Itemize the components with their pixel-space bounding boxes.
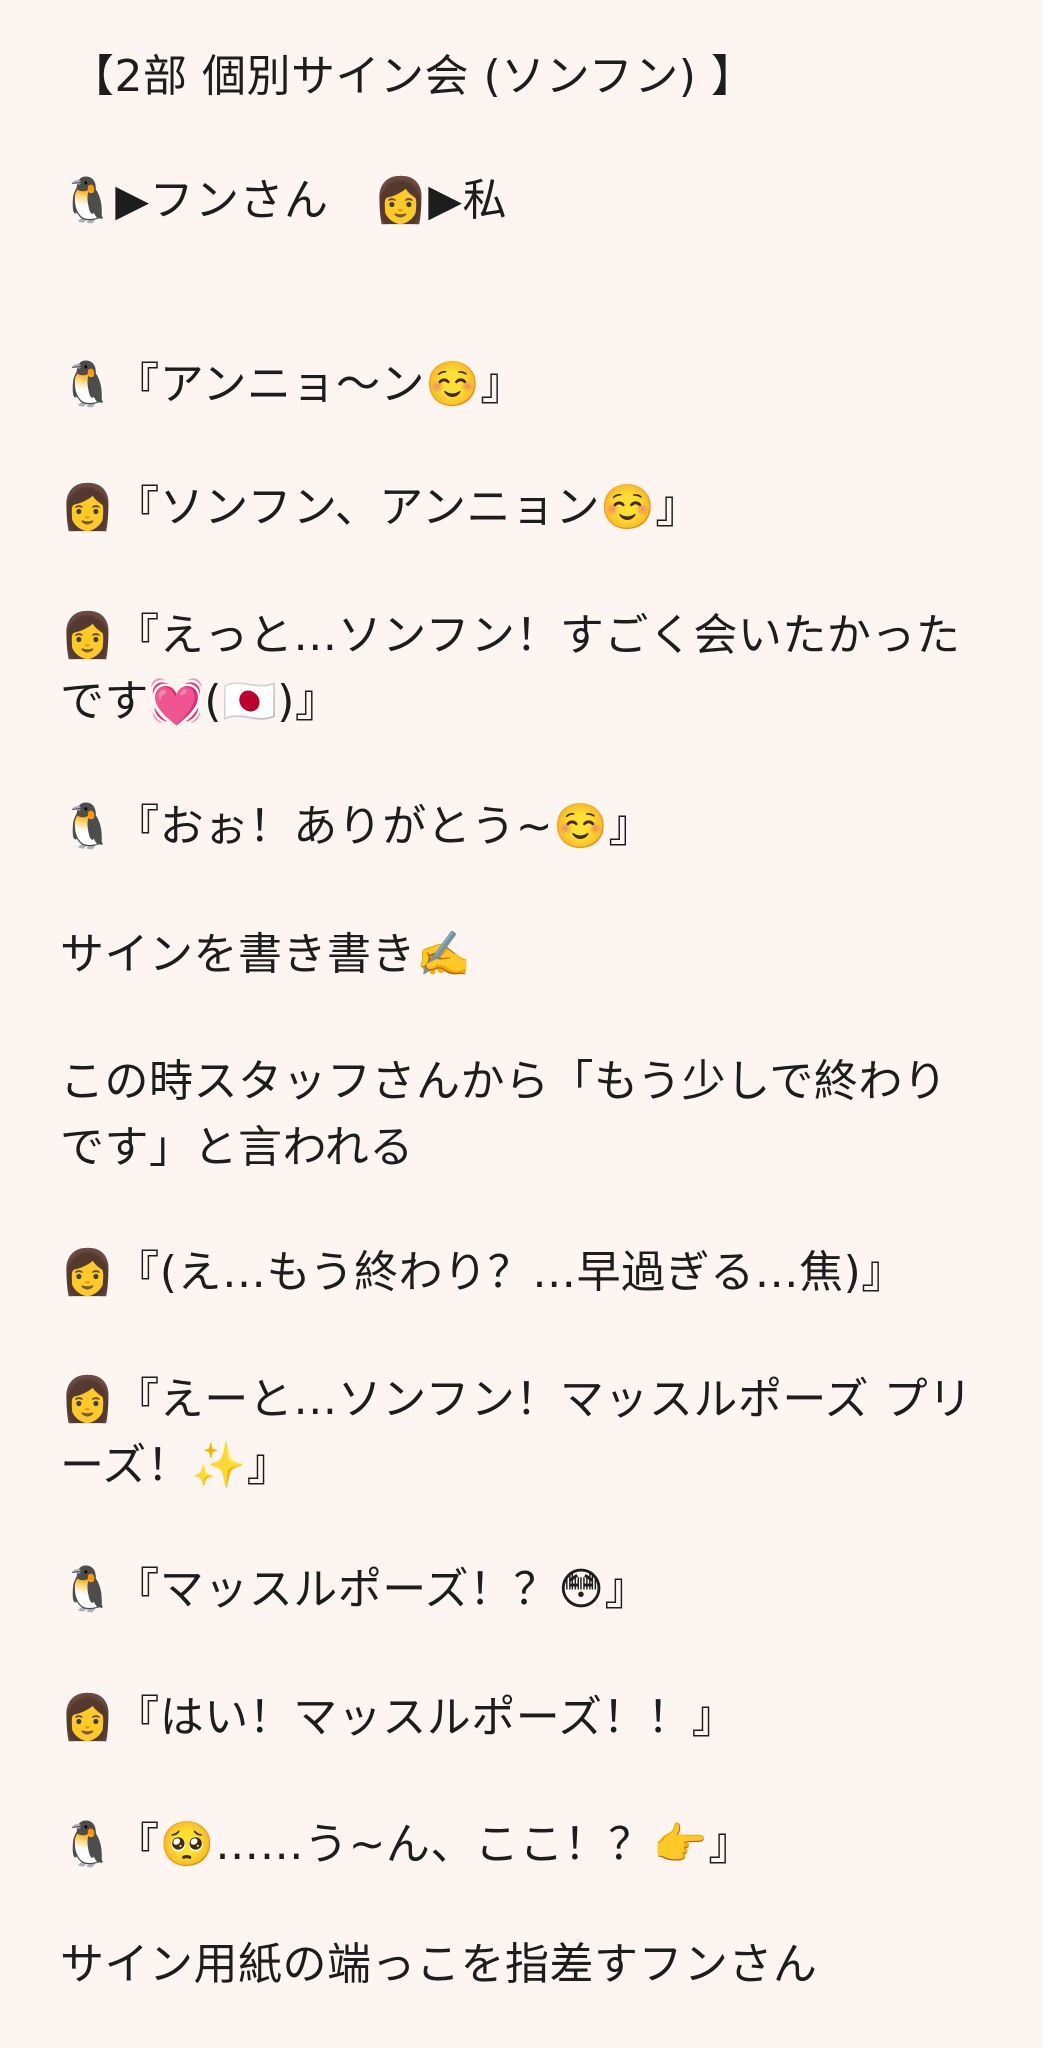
dialogue-line: 🐧『マッスルポーズ！？😳』 [60, 1564, 649, 1615]
post-page: 【2部 個別サイン会 (ソンフン) 】 🐧▶︎フンさん 👩▶︎私 🐧『アンニョ〜… [0, 0, 1043, 2048]
dialogue-line: 👩『はい！マッスルポーズ！！』 [60, 1692, 737, 1743]
speaker-legend: 🐧▶︎フンさん 👩▶︎私 [60, 175, 508, 226]
narration-line: この時スタッフさんから「もう少しで終わりです」と言われる [60, 1056, 948, 1173]
dialogue-line: 👩『(え…もう終わり？…早過ぎる…焦)』 [60, 1247, 906, 1298]
dialogue-line: 👩『ソンフン、アンニョン☺️』 [60, 482, 700, 533]
dialogue-line: 🐧『おぉ！ありがとう~☺️』 [60, 801, 653, 852]
dialogue-line: 👩『えっと…ソンフン！すごく会いたかったです💓(🇯🇵)』 [60, 610, 961, 727]
narration-line: サインを書き書き✍️ [60, 929, 472, 980]
narration-line: サイン用紙の端っこを指差すフンさん [60, 1939, 818, 1990]
post-title: 【2部 個別サイン会 (ソンフン) 】 [70, 51, 756, 102]
dialogue-line: 👩『えーと…ソンフン！マッスルポーズ プリーズ！✨』 [60, 1374, 973, 1491]
dialogue-line: 🐧『🥺……う~ん、ここ！？👉』 [60, 1819, 753, 1870]
dialogue-line: 🐧『アンニョ〜ン☺️』 [60, 359, 525, 410]
